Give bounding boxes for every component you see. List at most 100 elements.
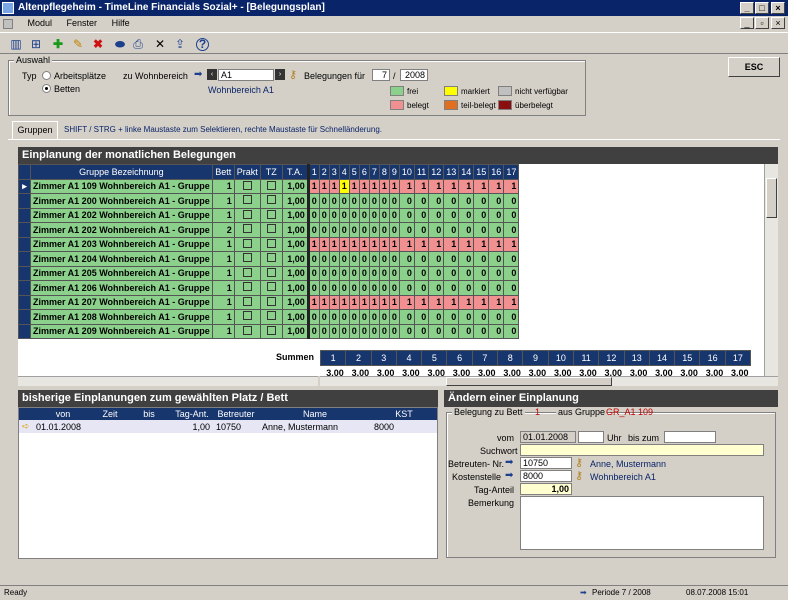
day-cell[interactable]: 0 [318,323,330,339]
day-cell[interactable]: 0 [318,265,330,281]
day-cell[interactable]: 1 [318,294,330,310]
day-cell[interactable]: 0 [473,193,490,209]
col-tag[interactable]: Tag-Ant. [171,408,213,420]
day-cell[interactable]: 0 [428,251,445,267]
col-day[interactable]: 8 [378,164,390,180]
day-cell[interactable]: 1 [413,178,430,194]
col-day[interactable]: 6 [358,164,370,180]
bis-input[interactable] [664,431,716,443]
day-cell[interactable]: 1 [473,294,490,310]
col-day[interactable]: 13 [443,164,460,180]
day-cell[interactable]: 0 [307,222,320,238]
day-cell[interactable]: 0 [503,323,520,339]
day-cell[interactable]: 0 [473,251,490,267]
day-cell[interactable]: 1 [318,236,330,252]
day-cell[interactable]: 1 [358,236,370,252]
cell-tz[interactable] [259,294,283,310]
prakt-checkbox[interactable] [242,282,252,292]
day-cell[interactable]: 0 [338,193,350,209]
day-cell[interactable]: 0 [398,207,415,223]
col-name[interactable]: Name [259,408,371,420]
day-cell[interactable]: 0 [348,207,360,223]
tz-checkbox[interactable] [266,224,276,234]
col-day[interactable]: 14 [458,164,475,180]
day-cell[interactable]: 0 [328,251,340,267]
day-cell[interactable]: 0 [473,309,490,325]
day-cell[interactable]: 0 [458,309,475,325]
day-cell[interactable]: 0 [398,323,415,339]
day-cell[interactable]: 0 [348,323,360,339]
hscroll-thumb[interactable] [446,377,612,386]
col-day[interactable]: 5 [348,164,360,180]
day-cell[interactable]: 0 [328,309,340,325]
day-cell[interactable]: 0 [458,265,475,281]
day-cell[interactable]: 0 [428,323,445,339]
day-cell[interactable]: 1 [503,236,520,252]
day-cell[interactable]: 1 [307,236,320,252]
day-cell[interactable]: 0 [428,280,445,296]
day-cell[interactable]: 0 [413,251,430,267]
day-cell[interactable]: 0 [443,280,460,296]
day-cell[interactable]: 1 [358,178,370,194]
day-cell[interactable]: 0 [328,265,340,281]
prakt-checkbox[interactable] [242,253,252,263]
export-icon[interactable]: ⇪ [172,36,188,52]
help-icon[interactable]: ? [196,38,209,51]
day-cell[interactable]: 0 [458,193,475,209]
tz-checkbox[interactable] [266,238,276,248]
next-icon[interactable]: › [275,69,285,80]
cancel-icon[interactable]: ✕ [152,36,168,52]
day-cell[interactable]: 1 [368,294,380,310]
col-day[interactable]: 4 [338,164,350,180]
day-cell[interactable]: 1 [388,294,400,310]
cell-tz[interactable] [259,207,283,223]
tz-checkbox[interactable] [266,296,276,306]
child-restore-icon[interactable]: ▫ [755,17,769,29]
day-cell[interactable]: 0 [443,222,460,238]
day-cell[interactable]: 1 [413,236,430,252]
day-cell[interactable]: 0 [428,222,445,238]
row-marker[interactable]: ▸ [18,178,31,194]
day-cell[interactable]: 0 [428,207,445,223]
day-cell[interactable]: 0 [413,323,430,339]
day-cell[interactable]: 0 [443,309,460,325]
table-row[interactable]: Zimmer A1 200 Wohnbereich A1 - Gruppe 1 1,… [18,193,520,209]
row-marker[interactable] [18,294,31,310]
cell-tz[interactable] [259,222,283,238]
col-day[interactable]: 17 [503,164,520,180]
col-day[interactable]: 7 [368,164,380,180]
day-cell[interactable]: 0 [307,193,320,209]
day-cell[interactable]: 0 [348,280,360,296]
row-marker[interactable] [18,280,31,296]
grid-vscroll[interactable] [764,164,778,376]
day-cell[interactable]: 0 [338,309,350,325]
day-cell[interactable]: 0 [413,280,430,296]
bemerkung-input[interactable] [520,496,764,550]
save-icon[interactable]: ⬬ [112,36,128,52]
day-cell[interactable]: 1 [458,236,475,252]
day-cell[interactable]: 0 [488,323,505,339]
day-cell[interactable]: 0 [488,309,505,325]
cell-tz[interactable] [259,309,283,325]
menu-modul[interactable]: Modul [28,18,53,28]
key-icon[interactable]: ⚷ [289,68,297,81]
esc-button[interactable]: ESC [728,57,780,77]
day-cell[interactable]: 0 [338,280,350,296]
day-cell[interactable]: 1 [307,294,320,310]
day-cell[interactable]: 1 [473,236,490,252]
day-cell[interactable]: 0 [458,323,475,339]
betreuten-input[interactable]: 10750 [520,457,572,469]
col-bett[interactable]: Bett [211,164,235,180]
day-cell[interactable]: 0 [368,265,380,281]
day-cell[interactable]: 1 [488,294,505,310]
day-cell[interactable]: 0 [328,280,340,296]
day-cell[interactable]: 1 [378,236,390,252]
print-icon[interactable]: ⎙ [130,36,146,52]
row-marker[interactable] [18,193,31,209]
day-cell[interactable]: 0 [398,193,415,209]
day-cell[interactable]: 0 [488,222,505,238]
child-close-icon[interactable]: × [771,17,785,29]
maximize-icon[interactable]: □ [755,2,769,14]
day-cell[interactable]: 0 [413,309,430,325]
day-cell[interactable]: 0 [443,323,460,339]
